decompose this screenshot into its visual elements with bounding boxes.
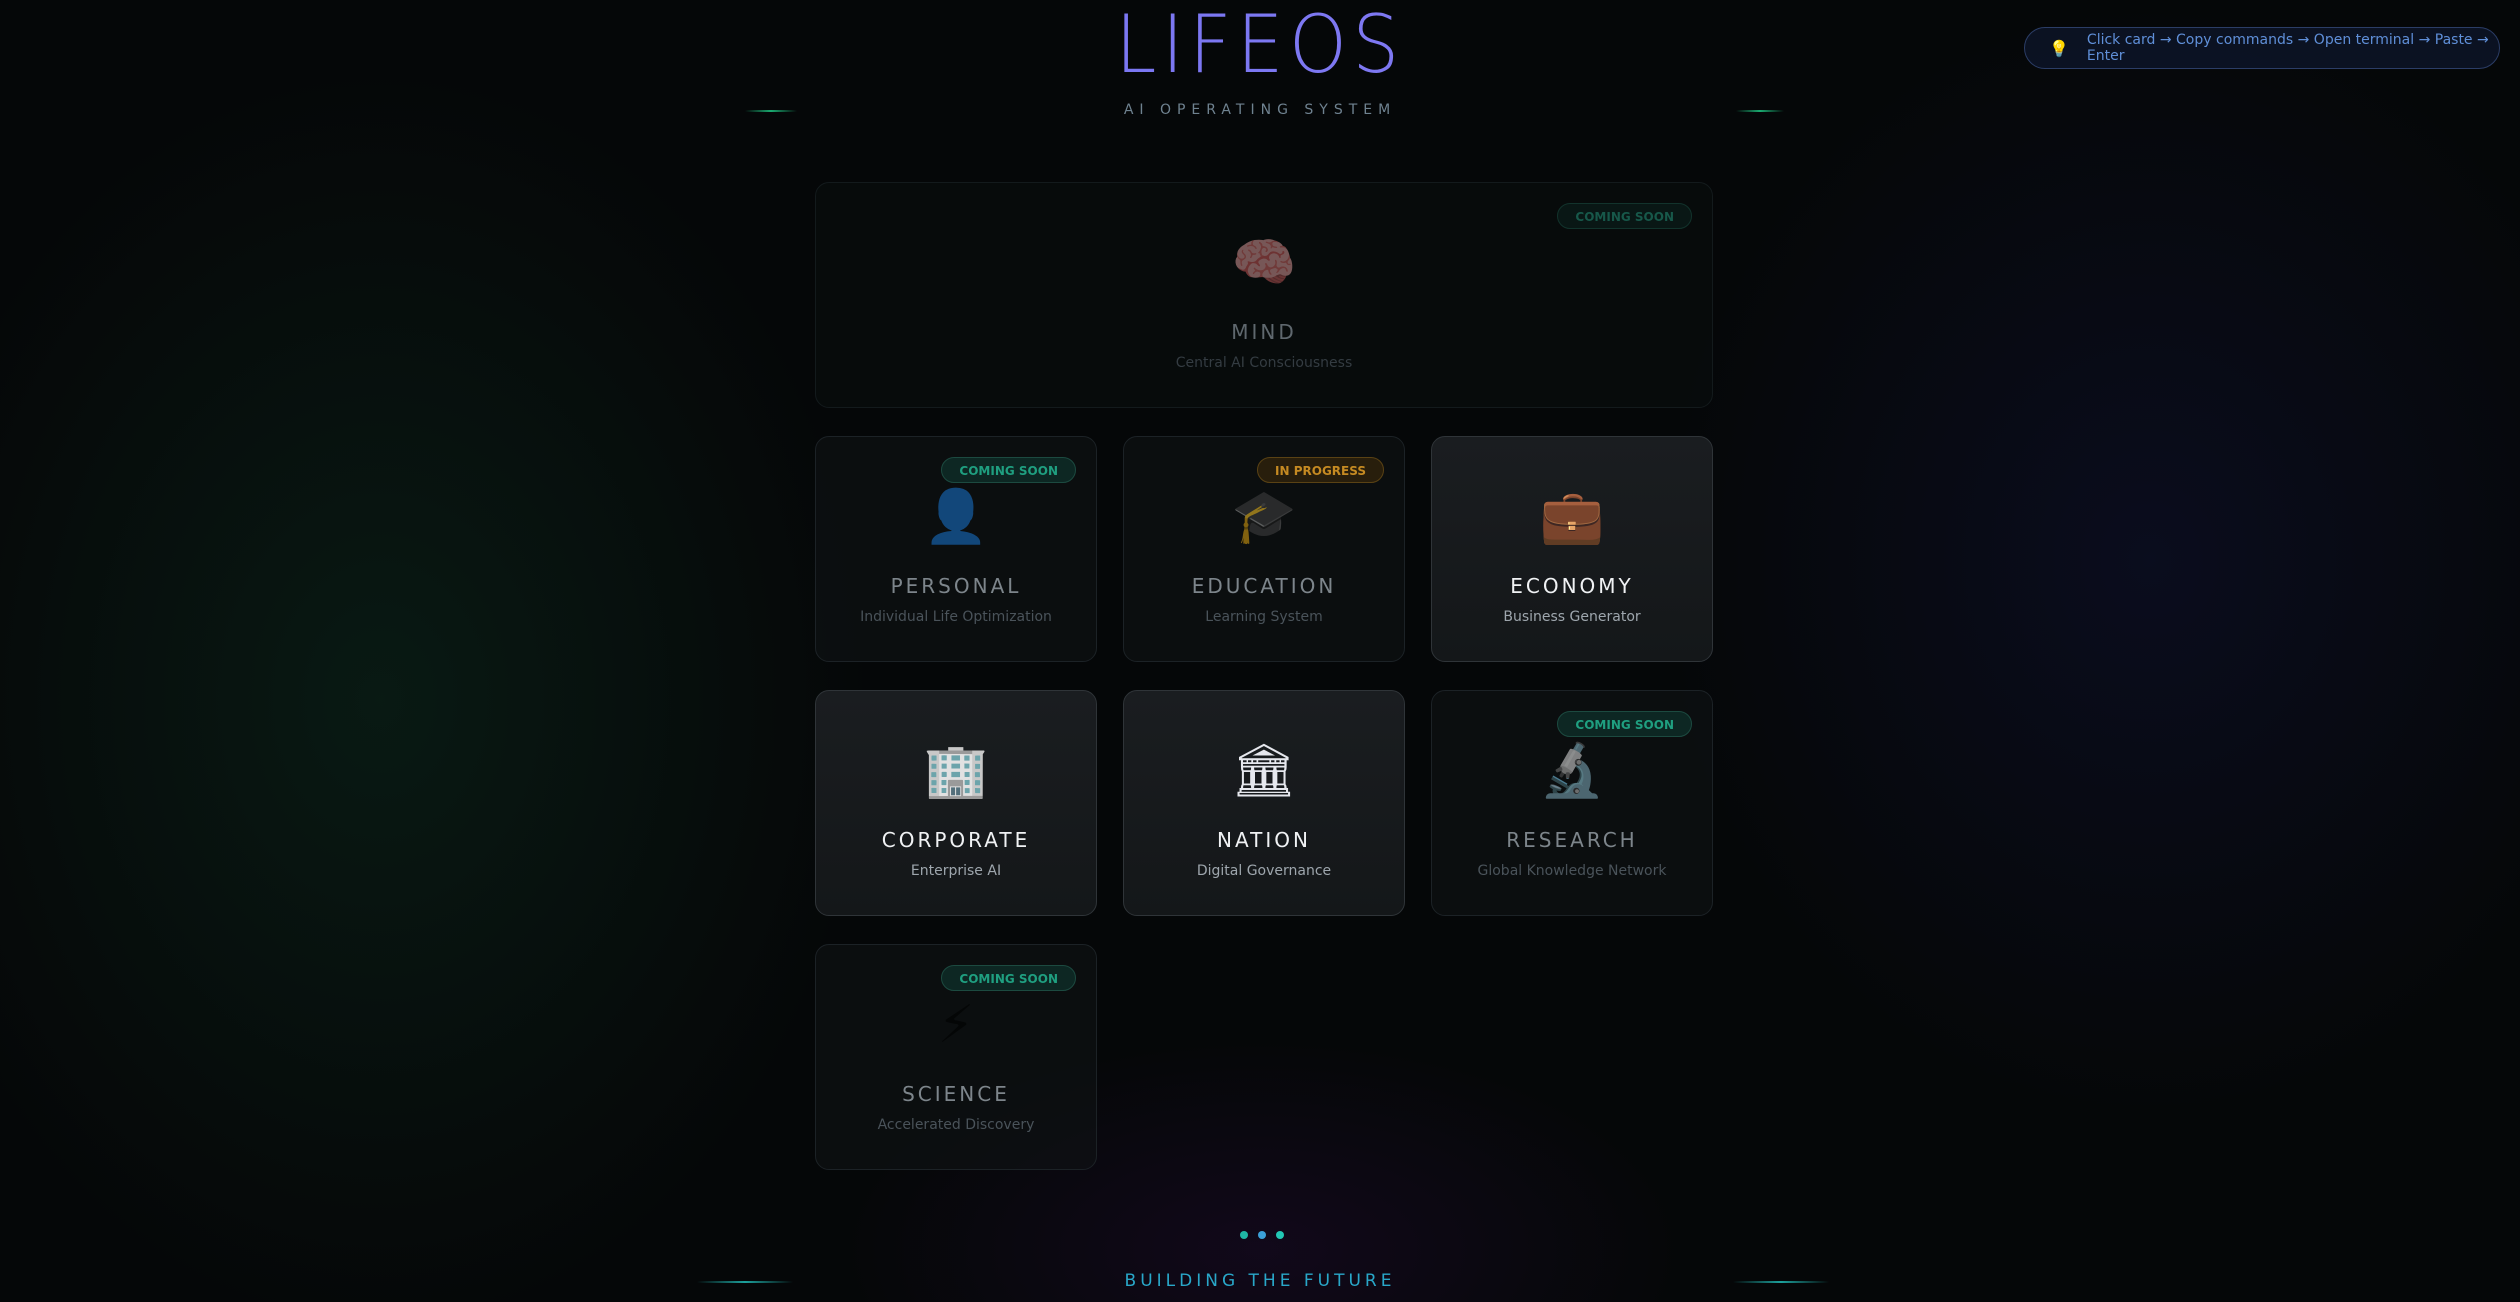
government-building-icon: 🏛 [1230, 741, 1297, 801]
status-badge: COMING SOON [1557, 203, 1692, 229]
card-science[interactable]: COMING SOON ⚡ SCIENCE Accelerated Discov… [815, 944, 1097, 1170]
card-personal[interactable]: COMING SOON 👤 PERSONAL Individual Life O… [815, 436, 1097, 662]
card-description: Individual Life Optimization [860, 609, 1052, 625]
status-badge: COMING SOON [941, 457, 1076, 483]
instructions-text: Click card → Copy commands → Open termin… [2086, 32, 2489, 64]
card-title: RESEARCH [1506, 828, 1638, 852]
status-badge: COMING SOON [941, 965, 1076, 991]
card-description: Central AI Consciousness [1175, 355, 1353, 371]
lightbulb-icon: 💡 [2049, 38, 2069, 58]
card-title: MIND [1231, 320, 1297, 344]
app-stage: LIFEOS AI OPERATING SYSTEM 💡 Click card … [0, 0, 2520, 1302]
card-description: Business Generator [1503, 609, 1641, 625]
brain-icon: 🧠 [1231, 233, 1297, 293]
card-economy[interactable]: 💼 ECONOMY Business Generator [1431, 436, 1713, 662]
microscope-icon: 🔬 [1539, 741, 1605, 801]
instructions-hint: 💡 Click card → Copy commands → Open term… [2024, 27, 2500, 69]
office-building-icon: 🏢 [923, 741, 989, 801]
card-nation[interactable]: 🏛 NATION Digital Governance [1123, 690, 1405, 916]
loading-dots [1240, 1231, 1284, 1239]
status-badge: COMING SOON [1557, 711, 1692, 737]
graduation-cap-icon: 🎓 [1231, 487, 1297, 547]
card-title: ECONOMY [1510, 574, 1634, 598]
card-title: NATION [1217, 828, 1311, 852]
card-title: PERSONAL [890, 574, 1022, 598]
page-subtitle: AI OPERATING SYSTEM [1123, 102, 1397, 118]
person-icon: 👤 [923, 487, 989, 547]
header-divider-left [745, 110, 797, 112]
status-badge: IN PROGRESS [1257, 457, 1384, 483]
loading-dot [1276, 1231, 1284, 1239]
card-description: Digital Governance [1196, 863, 1332, 879]
loading-dot [1240, 1231, 1248, 1239]
card-description: Accelerated Discovery [877, 1117, 1035, 1133]
card-education[interactable]: IN PROGRESS 🎓 EDUCATION Learning System [1123, 436, 1405, 662]
card-title: SCIENCE [902, 1082, 1010, 1106]
card-description: Learning System [1205, 609, 1323, 625]
card-mind[interactable]: COMING SOON 🧠 MIND Central AI Consciousn… [815, 182, 1713, 408]
card-corporate[interactable]: 🏢 CORPORATE Enterprise AI [815, 690, 1097, 916]
lightning-icon: ⚡ [937, 995, 975, 1055]
loading-dot [1258, 1231, 1266, 1239]
card-title: EDUCATION [1191, 574, 1337, 598]
card-description: Enterprise AI [910, 863, 1002, 879]
footer-tagline: BUILDING THE FUTURE [1124, 1271, 1396, 1291]
briefcase-icon: 💼 [1539, 487, 1605, 547]
card-description: Global Knowledge Network [1477, 863, 1667, 879]
header-divider-right [1736, 110, 1784, 112]
card-research[interactable]: COMING SOON 🔬 RESEARCH Global Knowledge … [1431, 690, 1713, 916]
card-title: CORPORATE [881, 828, 1031, 852]
